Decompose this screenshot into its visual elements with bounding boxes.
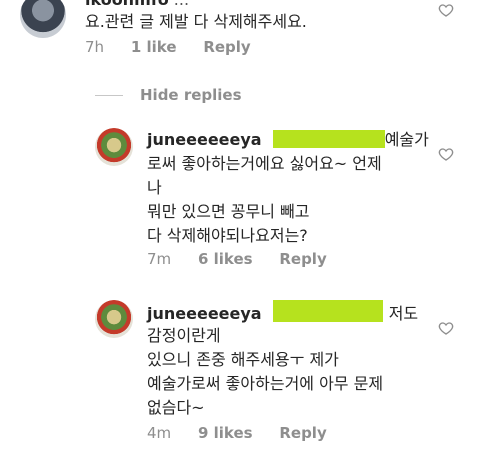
reply-2-username[interactable]: juneeeeeeya <box>147 304 262 323</box>
reply-1-username[interactable]: juneeeeeeya <box>147 130 262 149</box>
reply-1-line-3: 나 <box>147 178 162 197</box>
redaction-bar <box>272 300 383 322</box>
hide-replies-divider <box>95 95 123 96</box>
top-comment-meta: 7h 1 like Reply <box>85 38 251 56</box>
avatar-reply-1[interactable] <box>95 128 133 166</box>
reply-1-line-1: juneeeeeeya 예술가 <box>147 128 429 152</box>
reply-1-time: 7m <box>147 250 172 268</box>
heart-outline-icon[interactable] <box>438 2 454 18</box>
reply-1-line-2: 로써 좋아하는거에요 싫어요~ 언제 <box>147 154 382 173</box>
reply-2-likes[interactable]: 9 likes <box>198 424 253 442</box>
top-comment-line2: 요.관련 글 제발 다 삭제해주세요. <box>85 12 307 31</box>
heart-outline-icon[interactable] <box>438 320 454 336</box>
avatar-top[interactable] <box>20 0 66 38</box>
top-comment-time: 7h <box>85 38 105 56</box>
top-comment-reply-button[interactable]: Reply <box>203 38 250 56</box>
top-comment-username[interactable]: ikoohmfo <box>85 0 169 9</box>
reply-2-line-5: 없슴다~ <box>147 398 205 417</box>
reply-1-line-4: 뭐만 있으면 꽁무니 빼고 <box>147 202 310 221</box>
reply-2-meta: 4m 9 likes Reply <box>147 424 327 442</box>
reply-2-line-1: juneeeeeeya 저도 <box>147 300 418 326</box>
avatar-reply-2[interactable] <box>95 300 133 338</box>
reply-2-line-1-text: 저도 <box>388 304 419 323</box>
reply-1-meta: 7m 6 likes Reply <box>147 250 327 268</box>
reply-1-line-5: 다 삭제해야되나요저는? <box>147 226 308 245</box>
reply-2-line-2: 감정이란게 <box>147 326 221 345</box>
reply-1-likes[interactable]: 6 likes <box>198 250 253 268</box>
reply-2-line-3: 있으니 존중 해주세용ㅜ 제가 <box>147 350 339 369</box>
reply-2-line-4: 예술가로써 좋아하는거에 아무 문제 <box>147 374 384 393</box>
redaction-bar <box>272 130 385 148</box>
hide-replies-button[interactable]: Hide replies <box>140 86 242 104</box>
top-comment-line1-tail: ... <box>174 0 189 9</box>
reply-1-line-1-text: 예술가 <box>384 130 429 149</box>
top-comment-likes[interactable]: 1 like <box>131 38 177 56</box>
reply-2-time: 4m <box>147 424 172 442</box>
reply-2-reply-button[interactable]: Reply <box>279 424 326 442</box>
reply-1-reply-button[interactable]: Reply <box>279 250 326 268</box>
heart-outline-icon[interactable] <box>438 146 454 162</box>
